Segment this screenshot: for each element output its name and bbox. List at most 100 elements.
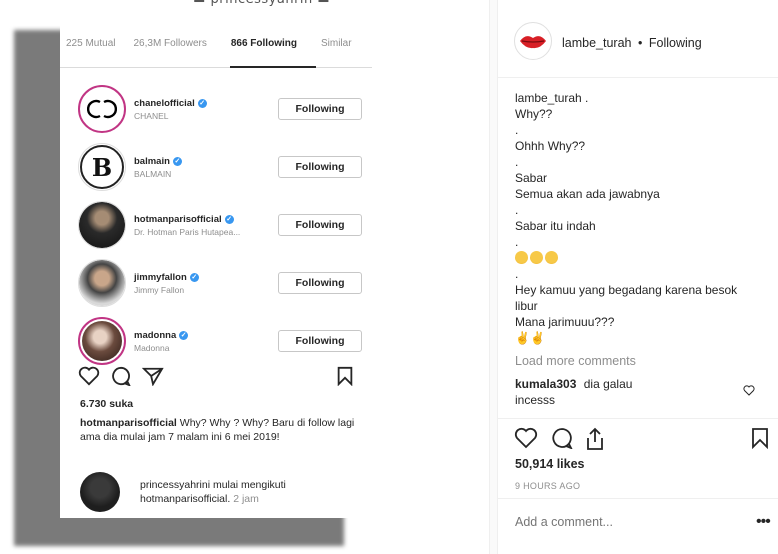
flushed-emoji (545, 251, 558, 264)
add-comment-input[interactable] (515, 515, 715, 529)
caption-line: Hey kamuu yang begadang karena besok (515, 283, 738, 297)
post-author-line: lambe_turah • Following (562, 36, 702, 50)
caption-line: libur (515, 299, 538, 313)
comment-text-2: incesss (515, 393, 556, 407)
flushed-emoji (530, 251, 543, 264)
comment-like-heart-icon[interactable] (743, 385, 755, 396)
following-button[interactable]: Following (278, 272, 362, 294)
comment-text: dia galau (583, 377, 633, 391)
more-options-icon[interactable]: ••• (756, 513, 771, 531)
caption-line: Sabar itu indah (515, 219, 596, 233)
separator-dot: • (637, 36, 643, 50)
verified-icon: ✓ (189, 272, 199, 282)
phone-notification: princessyahrini mulai mengikuti hotmanpa… (80, 470, 370, 512)
caption-line: ✌️✌️ (515, 331, 545, 345)
divider (498, 418, 778, 419)
avatar-chanel[interactable] (78, 85, 126, 133)
following-button[interactable]: Following (278, 98, 362, 120)
notification-time: 2 jam (233, 493, 259, 505)
following-row: hotmanparisofficial ✓ Dr. Hotman Paris Hu… (60, 196, 372, 254)
following-button[interactable]: Following (278, 156, 362, 178)
caption-line (515, 250, 765, 266)
tab-followers[interactable]: 26,3M Followers (121, 38, 212, 49)
verified-icon: ✓ (172, 156, 182, 166)
phone-caption: hotmanparisofficial Why? Why ? Why? Baru… (80, 416, 360, 444)
username[interactable]: jimmyfallon ✓ (134, 272, 264, 283)
tab-active-underline (230, 66, 316, 68)
verified-icon: ✓ (179, 330, 189, 340)
load-more-comments-link[interactable]: Load more comments (515, 354, 636, 368)
tab-similar[interactable]: Similar (303, 38, 358, 49)
post-side-panel: lambe_turah • Following lambe_turah . Why… (497, 0, 778, 554)
username[interactable]: balmain ✓ (134, 156, 264, 167)
caption-line: lambe_turah . (515, 90, 765, 106)
bookmark-icon[interactable] (336, 366, 354, 386)
post-author-avatar[interactable] (514, 22, 552, 60)
post-timestamp: 9 HOURS AGO (515, 481, 581, 491)
likes-count[interactable]: 50,914 likes (515, 457, 585, 471)
caption-line: Mana jarimuuu??? (515, 315, 615, 329)
post-header: lambe_turah • Following (498, 0, 778, 78)
phone-top-bar: — ▬ princessyahrin ▬ (60, 0, 372, 20)
caption-line: . (515, 155, 519, 169)
heart-icon[interactable] (514, 427, 538, 449)
tab-mutual[interactable]: 225 Mutual (60, 38, 121, 49)
caption-line: Why?? (515, 107, 553, 121)
caption-line: . (515, 235, 519, 249)
full-name: CHANEL (134, 110, 169, 121)
following-button[interactable]: Following (278, 330, 362, 352)
post-author-username[interactable]: lambe_turah (562, 36, 632, 50)
phone-screenshot: — ▬ princessyahrin ▬ 225 Mutual 26,3M Fo… (60, 0, 372, 518)
following-row: chanelofficial ✓ CHANEL Following (60, 80, 372, 138)
comment-username[interactable]: kumala303 (515, 377, 576, 391)
notification-avatar (80, 472, 120, 512)
follow-status-button[interactable]: Following (649, 36, 702, 50)
comment-icon[interactable] (110, 366, 132, 386)
full-name: Jimmy Fallon (134, 284, 185, 295)
verified-icon: ✓ (224, 214, 234, 224)
heart-icon[interactable] (78, 366, 100, 386)
username[interactable]: madonna ✓ (134, 330, 264, 341)
verified-icon: ✓ (197, 98, 207, 108)
comment-icon[interactable] (550, 427, 574, 449)
caption-line: Semua akan ada jawabnya (515, 187, 660, 201)
avatar-hotman[interactable] (78, 201, 126, 249)
profile-tabs: 225 Mutual 26,3M Followers 866 Following… (60, 20, 372, 68)
caption-line: . (515, 203, 519, 217)
cut-off-header-text: — ▬ princessyahrin ▬ (175, 0, 330, 7)
full-name: BALMAIN (134, 168, 172, 179)
full-name: Dr. Hotman Paris Hutapea... (134, 226, 241, 237)
caption-line: . (515, 123, 519, 137)
avatar-jimmyfallon[interactable] (78, 259, 126, 307)
following-row: B balmain ✓ BALMAIN Following (60, 138, 372, 196)
avatar-balmain[interactable]: B (78, 143, 126, 191)
post-actions-bar (514, 427, 768, 453)
following-row: madonna ✓ Madonna Following (60, 312, 372, 370)
following-button[interactable]: Following (278, 214, 362, 236)
balmain-logo-icon: B (91, 152, 113, 182)
caption-line: . (515, 267, 519, 281)
comment-item: kumala303 dia galau incesss (515, 376, 745, 408)
flushed-emoji (515, 251, 528, 264)
username[interactable]: chanelofficial ✓ (134, 98, 264, 109)
caption-comments: lambe_turah . Why??. Ohhh Why??. Sabar Semua… (515, 90, 765, 346)
caption-username[interactable]: hotmanparisofficial (80, 417, 177, 429)
chanel-logo-icon (87, 99, 117, 119)
screenshot-stage: — ▬ princessyahrin ▬ 225 Mutual 26,3M Fo… (0, 0, 778, 554)
tab-following[interactable]: 866 Following (213, 38, 303, 49)
phone-post-actions (78, 366, 360, 392)
caption-line: Ohhh Why?? (515, 139, 586, 153)
notification-text: princessyahrini mulai mengikuti hotmanpa… (140, 479, 286, 505)
share-icon[interactable] (142, 366, 164, 386)
following-row: jimmyfallon ✓ Jimmy Fallon Following (60, 254, 372, 312)
lips-logo-icon (520, 36, 546, 49)
caption-username[interactable]: lambe_turah . (515, 91, 588, 105)
phone-likes-count: 6.730 suka (80, 398, 134, 410)
caption-line: Sabar (515, 171, 548, 185)
embedded-image-panel: — ▬ princessyahrin ▬ 225 Mutual 26,3M Fo… (0, 0, 490, 554)
username[interactable]: hotmanparisofficial ✓ (134, 214, 264, 225)
bookmark-icon[interactable] (751, 427, 769, 449)
avatar-madonna[interactable] (78, 317, 126, 365)
share-icon[interactable] (584, 427, 606, 451)
full-name: Madonna (134, 342, 170, 353)
